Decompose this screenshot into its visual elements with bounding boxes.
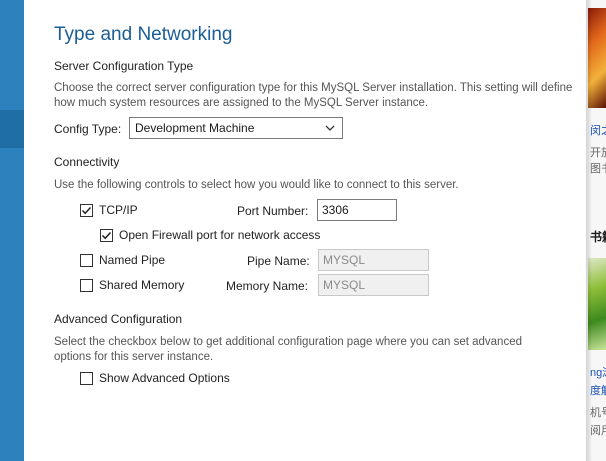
shared-memory-label: Shared Memory — [99, 278, 185, 292]
section-heading-connectivity: Connectivity — [54, 155, 120, 169]
connectivity-description: Use the following controls to select how… — [54, 179, 459, 191]
server-config-description: Choose the correct server configuration … — [54, 82, 573, 109]
tcpip-label: TCP/IP — [99, 203, 138, 217]
advanced-description: Select the checkbox below to get additio… — [54, 336, 522, 363]
checkmark-icon — [81, 206, 92, 215]
memory-name-label: Memory Name: — [226, 279, 309, 293]
pipe-name-label: Pipe Name: — [247, 254, 310, 268]
memory-name-input[interactable]: MYSQL — [318, 274, 429, 296]
show-advanced-label: Show Advanced Options — [99, 371, 230, 385]
pipe-name-input[interactable]: MYSQL — [318, 249, 429, 271]
background-text: 图书 — [590, 163, 606, 175]
chevron-down-icon — [325, 125, 335, 131]
section-heading-advanced: Advanced Configuration — [54, 312, 183, 326]
wizard-sidebar — [0, 0, 24, 461]
config-type-value: Development Machine — [135, 121, 255, 135]
named-pipe-label: Named Pipe — [99, 253, 166, 267]
background-text: 开放 — [590, 147, 606, 159]
shared-memory-checkbox[interactable] — [80, 279, 93, 292]
show-advanced-checkbox[interactable] — [80, 372, 93, 385]
port-number-value: 3306 — [322, 203, 349, 217]
config-type-label: Config Type: — [54, 122, 122, 136]
background-text: 阅用 — [590, 425, 606, 437]
wizard-sidebar-selected-step[interactable] — [0, 110, 24, 148]
pipe-name-value: MYSQL — [323, 253, 366, 267]
tcpip-checkbox[interactable] — [80, 204, 93, 217]
checkmark-icon — [101, 231, 112, 240]
firewall-label: Open Firewall port for network access — [119, 228, 321, 242]
port-number-input[interactable]: 3306 — [317, 199, 397, 221]
config-panel: Type and Networking Server Configuration… — [24, 0, 588, 461]
config-type-dropdown[interactable]: Development Machine — [129, 117, 343, 139]
background-text: 书籍 — [590, 230, 606, 244]
firewall-checkbox[interactable] — [100, 229, 113, 242]
named-pipe-checkbox[interactable] — [80, 254, 93, 267]
background-text: 机号 — [590, 407, 606, 419]
port-number-label: Port Number: — [237, 204, 309, 218]
panel-shadow — [586, 0, 592, 461]
section-heading-server-config: Server Configuration Type — [54, 59, 194, 73]
memory-name-value: MYSQL — [323, 278, 366, 292]
background-text: ng滩 — [590, 367, 606, 379]
background-text: 闵之 — [590, 125, 606, 137]
background-text: 度解 — [590, 385, 606, 397]
page-title: Type and Networking — [54, 24, 233, 45]
